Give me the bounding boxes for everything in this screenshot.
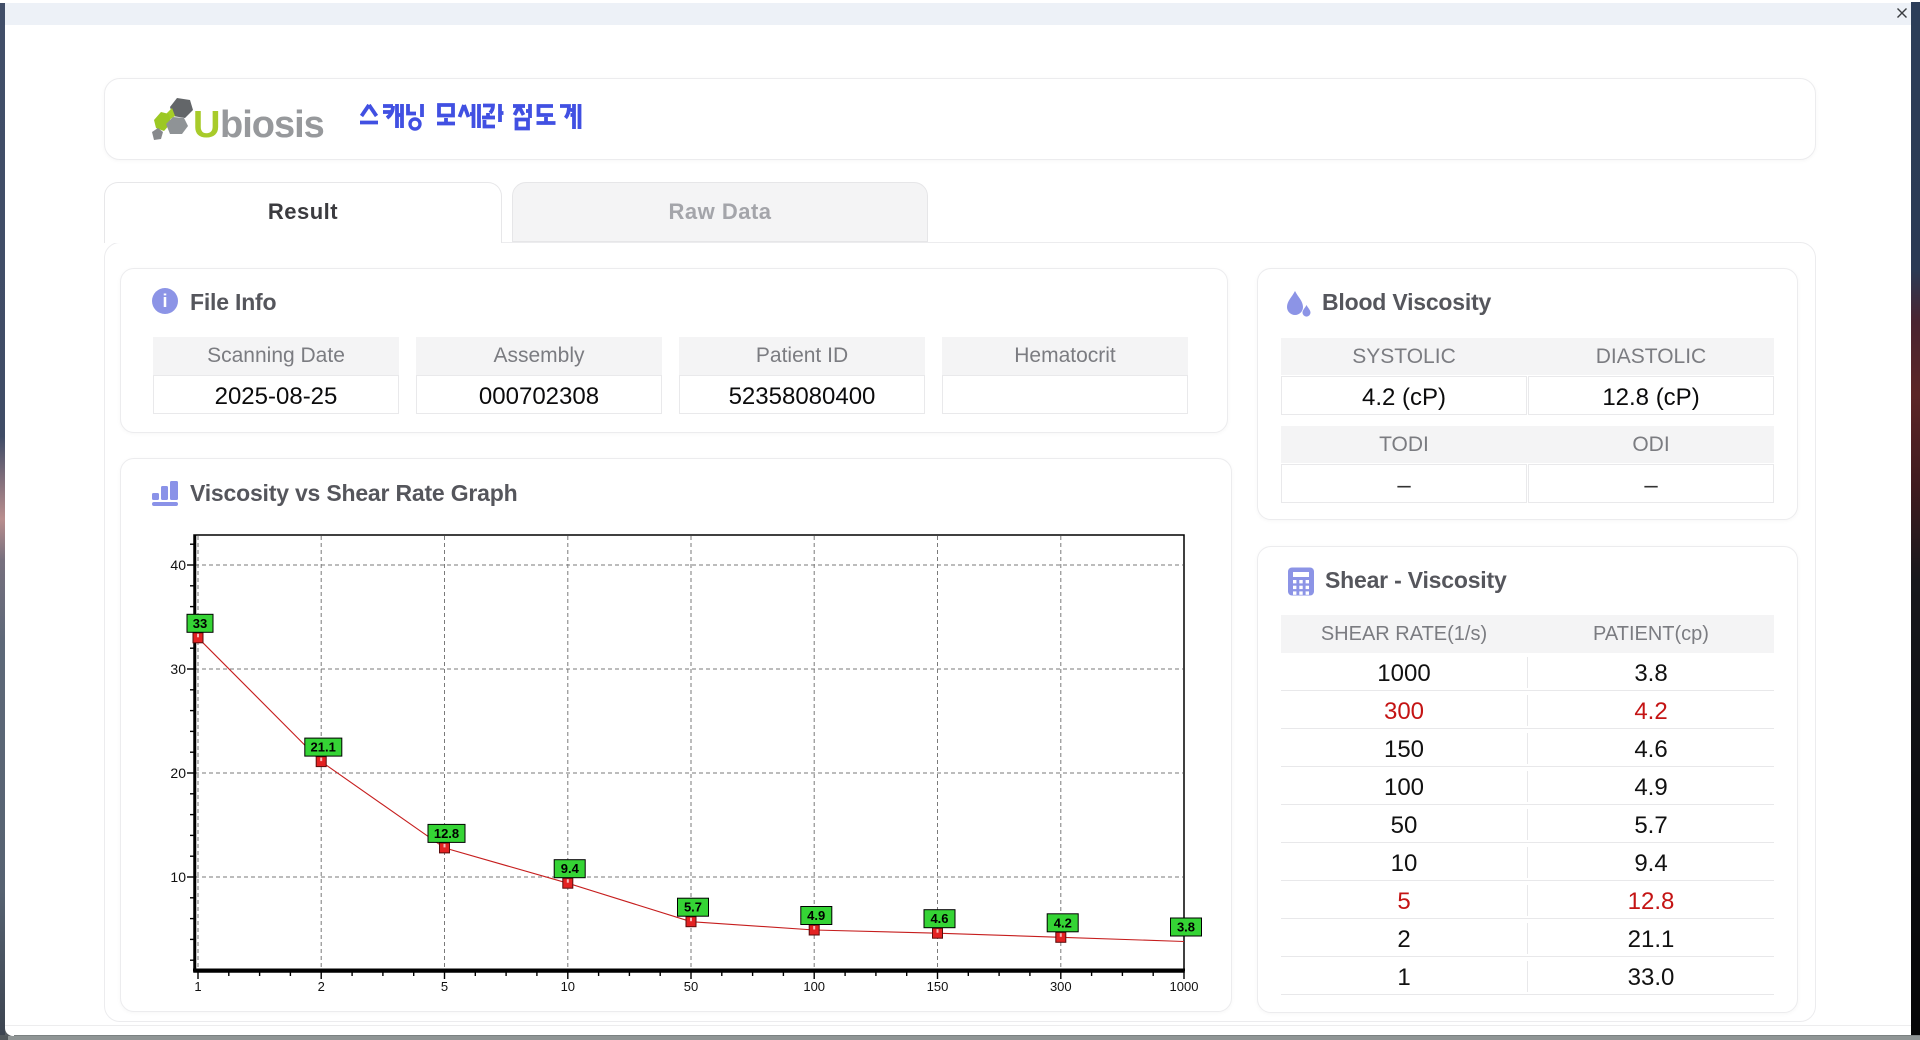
svg-text:21.1: 21.1: [311, 740, 336, 755]
svg-text:U: U: [193, 104, 219, 146]
svg-text:300: 300: [1050, 979, 1072, 994]
svg-text:10: 10: [561, 979, 575, 994]
svg-text:biosis: biosis: [220, 104, 324, 146]
svg-text:150: 150: [927, 979, 949, 994]
svg-text:30: 30: [170, 661, 186, 677]
svg-text:4.6: 4.6: [930, 911, 948, 926]
svg-text:4.9: 4.9: [807, 908, 825, 923]
svg-text:100: 100: [803, 979, 825, 994]
svg-text:5: 5: [441, 979, 448, 994]
svg-text:1: 1: [194, 979, 201, 994]
svg-text:4.2: 4.2: [1054, 915, 1072, 930]
svg-text:1000: 1000: [1170, 979, 1199, 994]
svg-text:10: 10: [170, 869, 186, 885]
svg-text:33: 33: [193, 616, 207, 631]
svg-text:5.7: 5.7: [684, 900, 702, 915]
svg-text:2: 2: [318, 979, 325, 994]
svg-text:3.8: 3.8: [1177, 920, 1195, 935]
svg-text:20: 20: [170, 765, 186, 781]
svg-text:12.8: 12.8: [434, 826, 459, 841]
svg-text:40: 40: [170, 557, 186, 573]
svg-text:50: 50: [684, 979, 698, 994]
svg-text:9.4: 9.4: [561, 861, 580, 876]
